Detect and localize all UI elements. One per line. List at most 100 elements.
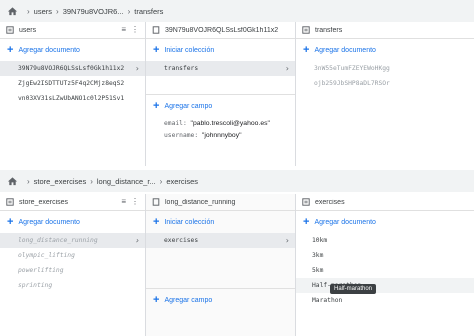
- list-item[interactable]: sprinting: [0, 278, 145, 293]
- list-item-label: 3nW55eTumFZEYEWoHKgg: [314, 65, 390, 72]
- add-document-label: Agregar documento: [18, 46, 80, 54]
- add-document-label: Agregar documento: [314, 46, 376, 54]
- filter-icon[interactable]: ≡: [121, 198, 126, 206]
- list-item-label: transfers: [164, 65, 199, 72]
- list-item[interactable]: ZjgEw2ISDTTUTz5F4q2CMjz8eqS2: [0, 76, 145, 91]
- panel-header: long_distance_running: [146, 194, 295, 211]
- breadcrumb-item[interactable]: 39N79u8VOJR6...: [63, 7, 124, 16]
- field-key: email:: [164, 119, 187, 127]
- list-item[interactable]: vn03XV31sLZwUbANO1c0l2P51Sv1: [0, 91, 145, 106]
- add-field-label: Agregar campo: [164, 296, 213, 304]
- list-item-label: 10km: [312, 237, 328, 244]
- list-item[interactable]: 3km: [296, 248, 474, 263]
- list-item-label: vn03XV31sLZwUbANO1c0l2P51Sv1: [18, 95, 125, 102]
- add-document-button[interactable]: + Agregar documento: [0, 211, 145, 233]
- start-collection-button[interactable]: + Iniciar colección: [146, 39, 295, 61]
- breadcrumb-item[interactable]: long_distance_r...: [97, 177, 156, 186]
- breadcrumb-item[interactable]: users: [34, 7, 52, 16]
- plus-icon: +: [303, 216, 310, 228]
- document-panel-long-distance: long_distance_running + Iniciar colecció…: [146, 194, 296, 336]
- start-collection-label: Iniciar colección: [164, 218, 215, 226]
- chevron-right-icon: ›: [27, 176, 30, 186]
- panel-header: users ≡ ⋮: [0, 22, 145, 39]
- panel-title: exercises: [315, 198, 345, 206]
- collection-panel-users: users ≡ ⋮ + Agregar documento 39N79u8VOJ…: [0, 22, 146, 166]
- list-item[interactable]: Half-marathon: [296, 278, 474, 293]
- chevron-right-icon: ›: [56, 6, 59, 16]
- breadcrumb-item[interactable]: exercises: [166, 177, 198, 186]
- panel-header: exercises: [296, 194, 474, 211]
- list-item[interactable]: 10km: [296, 233, 474, 248]
- plus-icon: +: [7, 44, 14, 56]
- list-item-label: Marathon: [312, 297, 343, 304]
- list-item[interactable]: ojb259JbSHP8aDL7RSOr: [296, 76, 474, 91]
- list-item[interactable]: Marathon: [296, 293, 474, 308]
- start-collection-button[interactable]: + Iniciar colección: [146, 211, 295, 233]
- plus-icon: +: [153, 216, 160, 228]
- breadcrumb-bar-bottom: › store_exercises › long_distance_r... ›…: [0, 170, 474, 192]
- list-item[interactable]: exercises ›: [146, 233, 295, 248]
- panel-title: long_distance_running: [165, 198, 236, 206]
- panel-header: transfers: [296, 22, 474, 39]
- filter-icon[interactable]: ≡: [121, 26, 126, 34]
- collection-icon: [6, 26, 14, 34]
- breadcrumb-item[interactable]: store_exercises: [34, 177, 87, 186]
- more-vert-icon[interactable]: ⋮: [131, 26, 139, 34]
- list-item-label: long_distance_running: [18, 237, 98, 244]
- plus-icon: +: [153, 294, 160, 306]
- panel-title: 39N79u8VOJR6QLSsLsf0Gk1h11x2: [165, 26, 279, 34]
- panel-header: 39N79u8VOJR6QLSsLsf0Gk1h11x2: [146, 22, 295, 39]
- add-document-label: Agregar documento: [18, 218, 80, 226]
- collection-icon: [302, 26, 310, 34]
- panel-title: store_exercises: [19, 198, 69, 206]
- plus-icon: +: [153, 44, 160, 56]
- collection-panel-transfers: transfers + Agregar documento 3nW55eTumF…: [296, 22, 474, 166]
- list-item-label: ZjgEw2ISDTTUTz5F4q2CMjz8eqS2: [18, 80, 125, 87]
- field-row[interactable]: email: "pablo.trescoli@yahoo.es": [146, 117, 295, 129]
- list-item[interactable]: powerlifting: [0, 263, 145, 278]
- breadcrumb-item[interactable]: transfers: [134, 7, 163, 16]
- list-item[interactable]: 5km: [296, 263, 474, 278]
- field-value: "pablo.trescoli@yahoo.es": [190, 119, 270, 127]
- breadcrumb-bar-top: › users › 39N79u8VOJR6... › transfers: [0, 0, 474, 22]
- start-collection-label: Iniciar colección: [164, 46, 215, 54]
- document-panel-user: 39N79u8VOJR6QLSsLsf0Gk1h11x2 + Iniciar c…: [146, 22, 296, 166]
- collection-panel-store-exercises: store_exercises ≡ ⋮ + Agregar documento …: [0, 194, 146, 336]
- home-icon[interactable]: [7, 6, 18, 17]
- list-item-label: ojb259JbSHP8aDL7RSOr: [314, 80, 390, 87]
- chevron-right-icon: ›: [27, 6, 30, 16]
- chevron-right-icon: ›: [159, 176, 163, 186]
- list-item-label: 5km: [312, 267, 324, 274]
- list-item[interactable]: transfers ›: [146, 61, 295, 76]
- list-item-label: exercises: [164, 237, 199, 244]
- add-field-label: Agregar campo: [164, 102, 213, 110]
- field-key: username:: [164, 131, 199, 139]
- add-document-button[interactable]: + Agregar documento: [296, 39, 474, 61]
- collection-panel-exercises: exercises + Agregar documento 10km 3km 5…: [296, 194, 474, 336]
- plus-icon: +: [153, 100, 160, 112]
- list-item[interactable]: 3nW55eTumFZEYEWoHKgg: [296, 61, 474, 76]
- chevron-right-icon: ›: [135, 64, 139, 73]
- field-row[interactable]: username: "johnnnyboy": [146, 129, 295, 141]
- list-item[interactable]: 39N79u8VOJR6QLSsLsf0Gk1h11x2 ›: [0, 61, 145, 76]
- list-item[interactable]: long_distance_running ›: [0, 233, 145, 248]
- add-field-button[interactable]: + Agregar campo: [146, 289, 295, 311]
- add-document-button[interactable]: + Agregar documento: [0, 39, 145, 61]
- home-icon[interactable]: [7, 176, 18, 187]
- more-vert-icon[interactable]: ⋮: [131, 198, 139, 206]
- chevron-right-icon: ›: [285, 236, 289, 245]
- list-item-label: powerlifting: [18, 267, 64, 274]
- add-field-button[interactable]: + Agregar campo: [146, 95, 295, 117]
- chevron-right-icon: ›: [285, 64, 289, 73]
- field-value: "johnnnyboy": [201, 131, 242, 139]
- list-item-label: sprinting: [18, 282, 53, 289]
- tooltip: Half-marathon: [330, 284, 377, 294]
- chevron-right-icon: ›: [135, 236, 139, 245]
- collection-icon: [6, 198, 14, 206]
- plus-icon: +: [303, 44, 310, 56]
- list-item[interactable]: olympic_lifting: [0, 248, 145, 263]
- chevron-right-icon: ›: [90, 176, 93, 186]
- document-icon: [152, 198, 160, 206]
- add-document-button[interactable]: + Agregar documento: [296, 211, 474, 233]
- panel-title: users: [19, 26, 37, 34]
